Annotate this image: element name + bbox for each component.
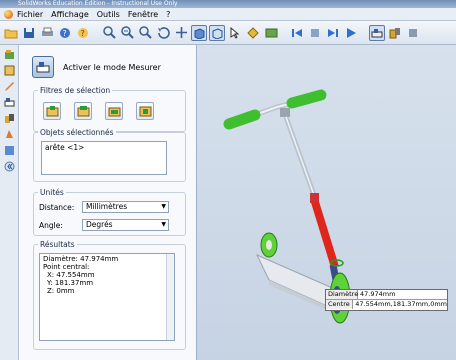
angle-unit-value: Degrés — [86, 220, 113, 229]
chevron-down-icon: ▼ — [161, 221, 166, 228]
measure-tool-icon — [36, 62, 50, 73]
app-logo-icon[interactable] — [4, 9, 13, 19]
angle-unit-select[interactable]: Degrés ▼ — [82, 219, 169, 231]
rebuild-icon[interactable] — [245, 25, 261, 41]
zoom-in-icon[interactable] — [119, 25, 135, 41]
filter-face-icon — [108, 107, 120, 117]
pencil-icon[interactable] — [3, 80, 16, 93]
toolbar-separator — [93, 25, 99, 41]
filter-edge-icon — [77, 106, 89, 117]
window-title: SolidWorks Education Edition - Instructi… — [18, 0, 178, 7]
feature-manager-icon[interactable] — [3, 48, 16, 61]
filter-edge-button[interactable] — [74, 102, 92, 120]
stop-icon[interactable] — [307, 25, 323, 41]
results-title: Résultats — [38, 240, 77, 249]
filter-body-icon — [139, 106, 151, 117]
selection-filters-title: Filtres de sélection — [38, 86, 113, 95]
distance-unit-select[interactable]: Millimètres ▼ — [82, 201, 169, 213]
selected-objects-title: Objets sélectionnés — [38, 128, 116, 137]
activate-measure-label: Activer le mode Mesurer — [63, 63, 161, 72]
select-icon[interactable] — [227, 25, 243, 41]
result-line: Z: 0mm — [47, 287, 75, 295]
callout-value: 47.974mm — [360, 290, 396, 298]
units-title: Unités — [38, 188, 66, 197]
wireframe-view-icon[interactable] — [209, 24, 225, 41]
measure-panel: Activer le mode Mesurer Filtres de sélec… — [19, 45, 197, 360]
pan-icon[interactable] — [173, 25, 189, 41]
property-manager-icon[interactable] — [3, 64, 16, 77]
menu-bar: Fichier Affichage Outils Fenêtre ? — [0, 8, 456, 21]
print-icon[interactable] — [39, 25, 55, 41]
menu-fenetre[interactable]: Fenêtre — [128, 10, 158, 19]
distance-label: Distance: — [39, 203, 75, 212]
menu-help[interactable]: ? — [166, 10, 170, 19]
graphics-viewport[interactable] — [197, 45, 456, 360]
callout-key: Diamètre — [326, 290, 359, 299]
filter-face-button[interactable] — [105, 102, 123, 120]
open-folder-icon[interactable] — [3, 25, 19, 41]
handlebar-clamp — [280, 108, 290, 117]
measure-icon[interactable] — [369, 24, 385, 41]
zoom-area-icon[interactable] — [137, 25, 153, 41]
results-scrollbar[interactable] — [166, 254, 174, 340]
rotate-icon[interactable] — [155, 25, 171, 41]
question-icon[interactable]: ? — [57, 25, 73, 41]
svg-text:?: ? — [81, 29, 85, 38]
filter-vertex-icon — [46, 106, 58, 117]
window-title-bar: SolidWorks Education Edition - Instructi… — [0, 0, 456, 8]
chevron-down-icon: ▼ — [161, 203, 166, 210]
measure-tab-icon[interactable] — [3, 96, 16, 109]
people-icon[interactable] — [3, 144, 16, 157]
result-line: Y: 181.37mm — [47, 279, 94, 287]
zoom-fit-icon[interactable] — [101, 25, 117, 41]
angle-label: Angle: — [39, 221, 63, 230]
result-line: Diamètre: 47.974mm — [43, 255, 119, 263]
options-icon[interactable] — [263, 25, 279, 41]
stem-lower — [311, 200, 339, 269]
menu-affichage[interactable]: Affichage — [51, 10, 89, 19]
main-toolbar: ? ? — [0, 21, 456, 45]
play-icon[interactable] — [343, 25, 359, 41]
section-tab-icon[interactable] — [3, 128, 16, 141]
distance-unit-value: Millimètres — [86, 202, 128, 211]
selection-filters-group: Filtres de sélection — [33, 86, 186, 132]
measure-callout: Diamètre 47.974mm Centre 47.554mm,181.37mm… — [325, 289, 448, 311]
result-line: X: 47.554mm — [47, 271, 95, 279]
left-grip — [223, 109, 261, 130]
shaded-view-icon[interactable] — [191, 24, 207, 41]
section-icon[interactable] — [405, 25, 421, 41]
first-frame-icon[interactable] — [289, 25, 305, 41]
toolbar-separator — [361, 25, 367, 41]
selected-object-item[interactable]: arête <1> — [45, 143, 163, 152]
help-icon[interactable]: ? — [75, 25, 91, 41]
right-grip — [286, 89, 327, 109]
menu-outils[interactable]: Outils — [97, 10, 120, 19]
toolbar-separator — [281, 25, 287, 41]
callout-row-diameter: Diamètre 47.974mm — [326, 290, 447, 299]
svg-text:?: ? — [63, 29, 67, 38]
step-forward-icon[interactable] — [325, 25, 341, 41]
callout-value: 47.554mm,181.37mm,0mm — [355, 300, 447, 308]
mass-tab-icon[interactable] — [3, 112, 16, 125]
activate-measure-button[interactable] — [32, 56, 54, 78]
filter-vertex-button[interactable] — [43, 102, 61, 120]
menu-fichier[interactable]: Fichier — [17, 10, 43, 19]
scooter-model — [223, 89, 351, 324]
result-line: Point central: — [43, 263, 90, 271]
mass-properties-icon[interactable] — [387, 25, 403, 41]
selected-objects-list[interactable]: arête <1> — [41, 141, 167, 175]
filter-body-button[interactable] — [136, 102, 154, 120]
callout-row-center: Centre 47.554mm,181.37mm,0mm — [326, 299, 447, 309]
callout-key: Centre — [326, 300, 354, 309]
collapse-chevron-icon[interactable] — [3, 160, 16, 173]
left-tab-strip — [0, 45, 19, 360]
save-icon[interactable] — [21, 25, 37, 41]
results-textbox[interactable]: Diamètre: 47.974mm Point central: X: 47.… — [39, 253, 175, 341]
